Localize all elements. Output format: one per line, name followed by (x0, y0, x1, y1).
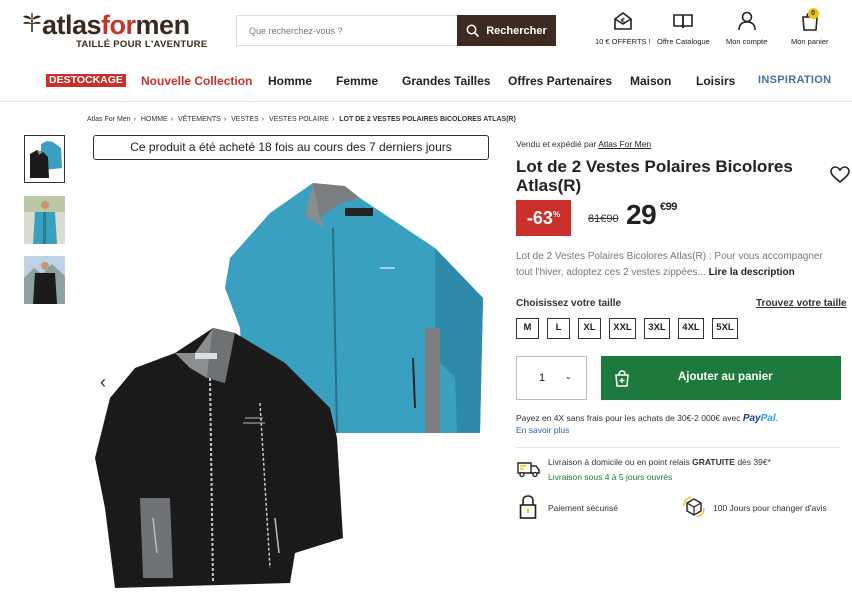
read-description-link[interactable]: Lire la description (709, 267, 795, 278)
size-option-m[interactable]: M (516, 318, 539, 339)
returns-policy: 100 Jours pour changer d'avis (713, 503, 827, 513)
nav-item-nouvelle-collection[interactable]: Nouvelle Collection (141, 74, 252, 88)
leaf-logo-icon (23, 12, 41, 32)
breadcrumb-link[interactable]: Atlas For Men (87, 116, 131, 123)
product-main-image (95, 183, 483, 588)
product-thumbnail-image (24, 256, 65, 304)
old-price: 81€90 (588, 213, 619, 225)
paypal-logo: PayPal (742, 413, 776, 424)
search-bar: Rechercher (236, 15, 556, 46)
quantity-value: 1 (539, 372, 546, 384)
site-logo[interactable]: atlasformen TAILLÉ POUR L'AVENTURE (22, 10, 212, 52)
delivery-truck-icon (517, 462, 540, 478)
delivery-time: Livraison sous 4 à 5 jours ouvrés (548, 472, 673, 482)
quantity-select[interactable]: 1 ⌄ (516, 356, 587, 400)
thumbnail-1[interactable] (24, 135, 65, 183)
breadcrumb-chevron-icon: › (223, 116, 227, 123)
breadcrumb-link[interactable]: VESTES (231, 116, 259, 123)
section-divider (516, 447, 841, 448)
padlock-icon (519, 495, 537, 519)
svg-text:€: € (620, 18, 625, 25)
breadcrumb-chevron-icon: › (133, 116, 136, 123)
breadcrumb-current: LOT DE 2 VESTES POLAIRES BICOLORES ATLAS… (339, 116, 516, 123)
wishlist-heart-icon[interactable] (830, 166, 850, 184)
breadcrumb: Atlas For Men › HOMME › VÊTEMENTS › VESTES ›… (87, 116, 516, 123)
return-exchange-icon (683, 496, 705, 518)
paypal-learn-more-link[interactable]: En savoir plus (516, 425, 569, 435)
seller-link[interactable]: Atlas For Men (598, 139, 651, 149)
size-option-xl[interactable]: XL (578, 318, 601, 339)
size-option-xxl[interactable]: XXL (609, 318, 636, 339)
user-icon (737, 11, 756, 31)
nav-item-inspiration[interactable]: INSPIRATION (758, 74, 831, 86)
size-option-l[interactable]: L (547, 318, 570, 339)
product-description: Lot de 2 Vestes Polaires Bicolores Atlas… (516, 251, 823, 278)
nav-divider (0, 101, 852, 102)
nav-item-destockage[interactable]: DESTOCKAGE (46, 74, 126, 87)
nav-item-femme[interactable]: Femme (336, 74, 378, 88)
size-option-5xl[interactable]: 5XL (712, 318, 738, 339)
cart-count-badge: 0 (807, 8, 819, 19)
seller-info: Vendu et expédié par Atlas For Men (516, 139, 652, 149)
product-title: Lot de 2 Vestes Polaires Bicolores Atlas… (516, 157, 793, 195)
thumbnail-2[interactable] (24, 196, 65, 244)
size-option-3xl[interactable]: 3XL (644, 318, 670, 339)
header-gift-link[interactable]: € 10 € OFFERTS ! (595, 10, 651, 46)
breadcrumb-chevron-icon: › (170, 116, 174, 123)
gift-envelope-icon: € (614, 12, 632, 30)
search-icon (466, 24, 480, 37)
purchase-count-banner: Ce produit a été acheté 18 fois au cours… (93, 135, 489, 160)
header-cart-link[interactable]: 0 Mon panier (791, 8, 829, 46)
product-thumbnail-image (25, 136, 64, 182)
paypal-installments: Payez en 4X sans frais pour les achats d… (516, 413, 779, 424)
size-label: Choisissez votre taille (516, 298, 622, 309)
delivery-info: Livraison à domicile ou en point relais … (548, 457, 771, 467)
size-option-4xl[interactable]: 4XL (678, 318, 704, 339)
add-to-cart-button[interactable]: Ajouter au panier (601, 356, 841, 400)
discount-badge: -63% (516, 200, 571, 236)
thumbnail-3[interactable] (24, 256, 65, 304)
secure-payment: Paiement sécurisé (548, 503, 618, 513)
nav-item-offres-partenaires[interactable]: Offres Partenaires (508, 74, 612, 88)
search-button[interactable]: Rechercher (457, 15, 556, 46)
nav-item-maison[interactable]: Maison (630, 74, 671, 88)
search-input[interactable] (237, 16, 459, 45)
header-catalogue-link[interactable]: Offre Catalogue (657, 10, 710, 46)
breadcrumb-link[interactable]: VÊTEMENTS (178, 116, 221, 123)
header-account-link[interactable]: Mon compte (726, 10, 767, 46)
nav-item-homme[interactable]: Homme (268, 74, 312, 88)
breadcrumb-link[interactable]: VESTES POLAIRE (269, 116, 329, 123)
logo-tagline: TAILLÉ POUR L'AVENTURE (76, 39, 208, 50)
logo-wordmark: atlasformen (42, 10, 190, 40)
book-icon (673, 14, 694, 29)
breadcrumb-chevron-icon: › (261, 116, 265, 123)
breadcrumb-chevron-icon: › (331, 116, 335, 123)
chevron-down-icon: ⌄ (565, 372, 572, 381)
size-guide-link[interactable]: Trouvez votre taille (756, 298, 847, 309)
nav-item-grandes-tailles[interactable]: Grandes Tailles (402, 74, 490, 88)
breadcrumb-link[interactable]: HOMME (141, 116, 168, 123)
current-price: 29 €99 (626, 199, 677, 230)
product-thumbnail-image (24, 196, 65, 244)
cart-add-icon (615, 370, 629, 387)
main-nav: DESTOCKAGE Nouvelle Collection Homme Fem… (0, 74, 852, 90)
nav-item-loisirs[interactable]: Loisirs (696, 74, 735, 88)
